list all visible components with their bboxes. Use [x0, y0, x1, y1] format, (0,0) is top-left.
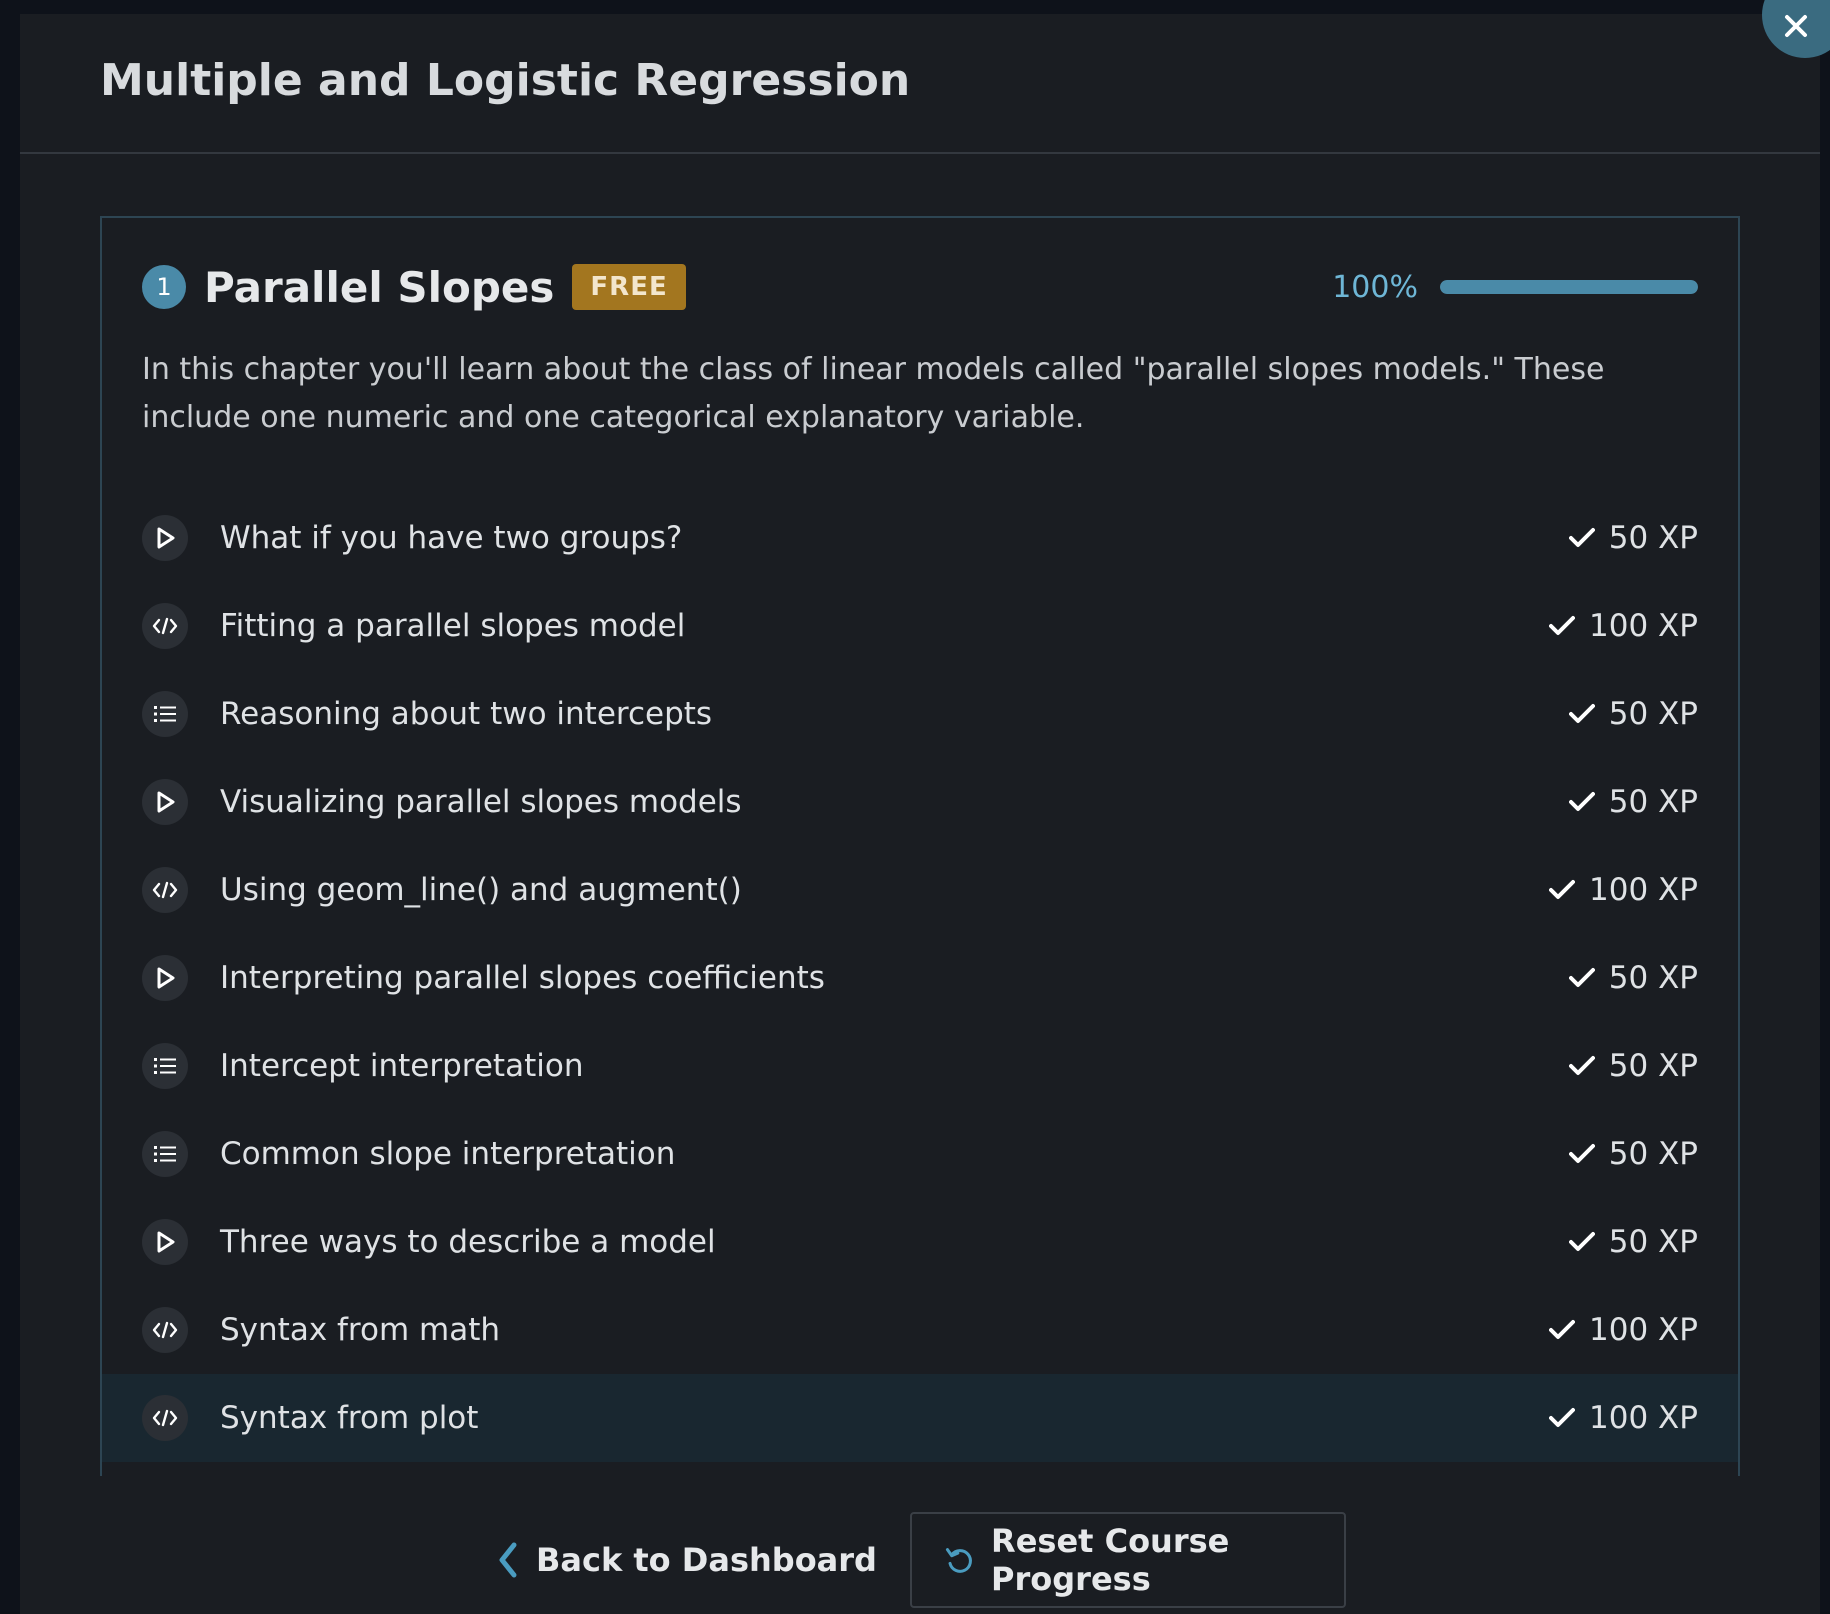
exercise-title: Three ways to describe a model: [220, 1224, 716, 1260]
progress-bar-fill: [1440, 280, 1698, 294]
check-icon: [1549, 1320, 1576, 1339]
exercise-xp: 100 XP: [1549, 1312, 1698, 1348]
exercise-row[interactable]: Intercept interpretation 50 XP: [102, 1022, 1738, 1110]
exercise-row[interactable]: Fitting a parallel slopes model 100 XP: [102, 582, 1738, 670]
exercise-row[interactable]: Reasoning about two intercepts 50 XP: [102, 670, 1738, 758]
exercise-row[interactable]: What if you have two groups? 50 XP: [102, 494, 1738, 582]
modal-header: Multiple and Logistic Regression: [20, 14, 1820, 154]
modal-title: Multiple and Logistic Regression: [100, 54, 911, 106]
progress-bar: [1440, 280, 1698, 294]
chapter-card: 1 Parallel Slopes FREE 100% In this chap…: [100, 216, 1740, 1476]
check-icon: [1568, 704, 1595, 723]
exercise-row[interactable]: Interpreting parallel slopes coefficient…: [102, 934, 1738, 1022]
back-to-dashboard-button[interactable]: Back to Dashboard: [498, 1512, 877, 1608]
code-icon: [142, 603, 188, 649]
exercise-xp: 100 XP: [1549, 608, 1698, 644]
check-icon: [1549, 616, 1576, 635]
play-icon: [142, 1219, 188, 1265]
exercise-xp-value: 50 XP: [1608, 696, 1698, 732]
close-icon: [1785, 15, 1807, 37]
exercise-title: Reasoning about two intercepts: [220, 696, 713, 732]
check-icon: [1568, 1056, 1595, 1075]
back-to-dashboard-label: Back to Dashboard: [536, 1541, 877, 1579]
chapter-number-badge: 1: [142, 265, 186, 309]
exercise-title: Using geom_line() and augment(): [220, 872, 742, 908]
exercise-xp-value: 100 XP: [1589, 1312, 1698, 1348]
exercise-row[interactable]: Visualizing parallel slopes models 50 XP: [102, 758, 1738, 846]
exercise-title: What if you have two groups?: [220, 520, 683, 556]
play-icon: [142, 515, 188, 561]
free-badge: FREE: [572, 264, 686, 310]
code-icon: [142, 867, 188, 913]
check-icon: [1568, 792, 1595, 811]
exercise-xp: 50 XP: [1568, 696, 1698, 732]
modal-footer: Back to Dashboard Reset Course Progress: [20, 1512, 1820, 1608]
exercise-title: Intercept interpretation: [220, 1048, 584, 1084]
exercise-xp-value: 50 XP: [1608, 1048, 1698, 1084]
exercise-title: Syntax from plot: [220, 1400, 479, 1436]
check-icon: [1549, 1408, 1576, 1427]
check-icon: [1568, 1144, 1595, 1163]
play-icon: [142, 779, 188, 825]
exercise-xp: 50 XP: [1568, 960, 1698, 996]
check-icon: [1549, 880, 1576, 899]
exercise-xp: 50 XP: [1568, 784, 1698, 820]
exercise-xp-value: 50 XP: [1608, 784, 1698, 820]
chevron-left-icon: [499, 1542, 517, 1578]
check-icon: [1568, 968, 1595, 987]
check-icon: [1568, 528, 1595, 547]
exercise-xp: 100 XP: [1549, 872, 1698, 908]
exercise-xp-value: 50 XP: [1608, 520, 1698, 556]
exercise-title: Visualizing parallel slopes models: [220, 784, 742, 820]
chapter-description: In this chapter you'll learn about the c…: [142, 352, 1605, 435]
exercise-xp: 50 XP: [1568, 1048, 1698, 1084]
exercise-title: Common slope interpretation: [220, 1136, 676, 1172]
chapter-progress: 100%: [1332, 270, 1698, 305]
exercise-xp-value: 100 XP: [1589, 1400, 1698, 1436]
exercise-title: Syntax from math: [220, 1312, 501, 1348]
code-icon: [142, 1395, 188, 1441]
exercise-title: Interpreting parallel slopes coefficient…: [220, 960, 825, 996]
reset-icon: [945, 1548, 972, 1573]
exercise-xp-value: 100 XP: [1589, 872, 1698, 908]
exercise-xp: 50 XP: [1568, 1136, 1698, 1172]
exercise-list: What if you have two groups? 50 XP Fitting…: [102, 494, 1738, 1462]
chapter-modal: Multiple and Logistic Regression 1 Paral…: [20, 14, 1820, 1614]
list-icon: [142, 691, 188, 737]
exercise-xp-value: 50 XP: [1608, 1224, 1698, 1260]
exercise-row[interactable]: Syntax from math 100 XP: [102, 1286, 1738, 1374]
exercise-row[interactable]: Using geom_line() and augment() 100 XP: [102, 846, 1738, 934]
exercise-title: Fitting a parallel slopes model: [220, 608, 686, 644]
chapter-header: 1 Parallel Slopes FREE 100%: [142, 260, 1698, 314]
list-icon: [142, 1043, 188, 1089]
exercise-xp: 50 XP: [1568, 520, 1698, 556]
exercise-xp-value: 50 XP: [1608, 960, 1698, 996]
check-icon: [1568, 1232, 1595, 1251]
exercise-xp: 100 XP: [1549, 1400, 1698, 1436]
code-icon: [142, 1307, 188, 1353]
reset-course-progress-button[interactable]: Reset Course Progress: [910, 1512, 1346, 1608]
exercise-row[interactable]: Common slope interpretation 50 XP: [102, 1110, 1738, 1198]
exercise-xp-value: 50 XP: [1608, 1136, 1698, 1172]
play-icon: [142, 955, 188, 1001]
list-icon: [142, 1131, 188, 1177]
exercise-xp-value: 100 XP: [1589, 608, 1698, 644]
exercise-row[interactable]: Syntax from plot 100 XP: [102, 1374, 1738, 1462]
exercise-row[interactable]: Three ways to describe a model 50 XP: [102, 1198, 1738, 1286]
reset-course-progress-label: Reset Course Progress: [991, 1522, 1230, 1598]
exercise-xp: 50 XP: [1568, 1224, 1698, 1260]
progress-percent: 100%: [1332, 269, 1418, 305]
chapter-title: Parallel Slopes: [204, 262, 555, 312]
